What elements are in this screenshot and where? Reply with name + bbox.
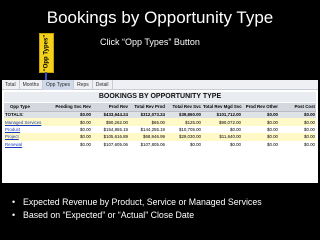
opp-type-cell: Project <box>4 133 54 141</box>
bullet-list: • Expected Revenue by Product, Service or… <box>12 196 312 222</box>
value-cell: $105,616.89 <box>92 133 129 141</box>
column-header: Pending Svc Rev <box>54 103 92 112</box>
column-header: Total Rev Prod <box>129 103 166 112</box>
value-cell: $29,030.00 <box>166 133 202 141</box>
value-cell: $0.00 <box>242 133 279 141</box>
value-cell: $0.00 <box>279 118 316 126</box>
tab-detail[interactable]: Detail <box>93 80 113 90</box>
value-cell: $0.00 <box>242 125 279 134</box>
value-cell: $0.00 <box>279 133 316 141</box>
tab-total[interactable]: Total <box>2 80 20 90</box>
table-row: Managed Services $0.00 $90,262.00 $65.00 $12… <box>4 118 316 126</box>
value-cell: $101,712.00 <box>202 111 242 119</box>
value-cell: $0.00 <box>54 133 92 141</box>
value-cell: $11,640.00 <box>202 133 242 141</box>
bullet-item: • Expected Revenue by Product, Service or… <box>12 196 312 209</box>
bullet-text: Expected Revenue by Product, Service or … <box>23 197 262 207</box>
column-header: Prod Rev <box>92 103 129 112</box>
opp-type-link[interactable]: Product <box>5 127 20 132</box>
tab-opp-types[interactable]: Opp Types <box>42 80 75 90</box>
value-cell: $0.00 <box>54 118 92 126</box>
value-cell: $39,860.00 <box>166 111 202 119</box>
opp-type-link[interactable]: Renewal <box>5 142 22 147</box>
column-header: Prod Rev Other <box>242 103 279 112</box>
bullet-text: Based on “Expected” or “Actual” Close Da… <box>23 210 195 220</box>
bullet-icon: • <box>12 197 16 207</box>
slide-subtitle: Click “Opp Types” Button <box>100 37 200 47</box>
value-cell: $107,605.06 <box>92 140 129 148</box>
value-cell: $0.00 <box>279 111 316 119</box>
column-header: Opp Type <box>4 103 54 112</box>
opp-type-link[interactable]: Managed Services <box>5 120 41 125</box>
opp-type-cell: Product <box>4 125 54 134</box>
opp-type-cell: TOTALS: <box>4 111 54 119</box>
value-cell: $0.00 <box>202 125 242 134</box>
value-cell: $0.00 <box>166 140 202 148</box>
callout-box: “Opp Types” <box>39 33 54 73</box>
report-title: BOOKINGS BY OPPORTUNITY TYPE <box>98 93 222 100</box>
table-row: Project $0.00 $105,616.89 $68,946.99 $29,030… <box>4 133 316 141</box>
value-cell: $154,865.19 <box>92 125 129 134</box>
totals-row: TOTALS: $0.00 $433,644.24 $312,073.24 $39,86… <box>4 111 316 119</box>
report-tab-bar: Total Months Opp Types Reps Detail <box>2 80 318 90</box>
opp-type-link[interactable]: Project <box>5 134 19 139</box>
opp-type-cell: Renewal <box>4 140 54 148</box>
bullet-item: • Based on “Expected” or “Actual” Close D… <box>12 209 312 222</box>
value-cell: $0.00 <box>202 140 242 148</box>
column-header: Total Rev Mgd Svc <box>202 103 242 112</box>
value-cell: $0.00 <box>242 140 279 148</box>
value-cell: $68,946.99 <box>129 133 166 141</box>
report-screenshot: Total Months Opp Types Reps Detail BOOKINGS … <box>2 80 318 183</box>
value-cell: $90,262.00 <box>92 118 129 126</box>
value-cell: $0.00 <box>279 140 316 148</box>
value-cell: $144,255.19 <box>129 125 166 134</box>
table-row: Renewal $0.00 $107,605.06 $107,805.06 $0.00 $… <box>4 140 316 148</box>
value-cell: $0.00 <box>54 111 92 119</box>
value-cell: $125.00 <box>166 118 202 126</box>
report-banner: BOOKINGS BY OPPORTUNITY TYPE <box>4 92 316 102</box>
value-cell: $0.00 <box>242 111 279 119</box>
value-cell: $65.00 <box>129 118 166 126</box>
value-cell: $312,073.24 <box>129 111 166 119</box>
table-header-row: Opp Type Pending Svc Rev Prod Rev Total Rev… <box>4 103 316 112</box>
column-header: Total Rev Svc <box>166 103 202 112</box>
value-cell: $433,644.24 <box>92 111 129 119</box>
value-cell: $90,072.00 <box>202 118 242 126</box>
value-cell: $0.00 <box>54 125 92 134</box>
bookings-table: Opp Type Pending Svc Rev Prod Rev Total Rev… <box>4 103 316 148</box>
bullet-icon: • <box>12 210 16 220</box>
opp-type-cell: Managed Services <box>4 118 54 126</box>
slide-title: Bookings by Opportunity Type <box>46 8 274 27</box>
value-cell: $10,705.00 <box>166 125 202 134</box>
callout-label: “Opp Types” <box>43 34 50 72</box>
value-cell: $0.00 <box>279 125 316 134</box>
value-cell: $0.00 <box>242 118 279 126</box>
value-cell: $0.00 <box>54 140 92 148</box>
tab-months[interactable]: Months <box>20 80 43 90</box>
column-header: Post Cost <box>279 103 316 112</box>
table-row: Product $0.00 $154,865.19 $144,255.19 $10,70… <box>4 125 316 134</box>
value-cell: $107,805.06 <box>129 140 166 148</box>
tab-reps[interactable]: Reps <box>74 80 93 90</box>
